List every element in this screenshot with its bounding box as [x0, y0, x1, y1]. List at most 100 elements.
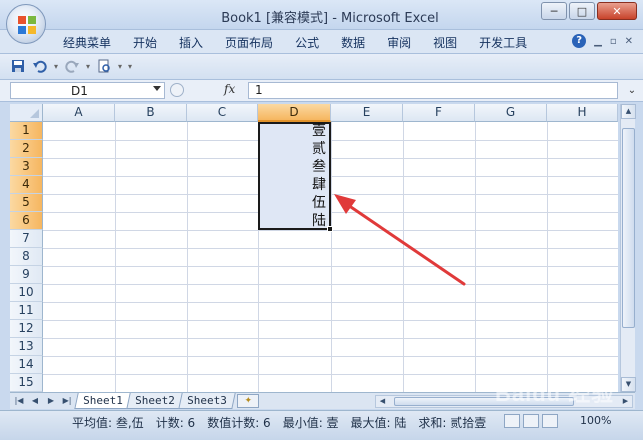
normal-view-icon[interactable] [504, 414, 520, 428]
customize-qat-icon[interactable]: ▾ [128, 62, 132, 71]
undo-icon[interactable] [32, 58, 48, 74]
sheet-tab-sheet3[interactable]: Sheet3 [177, 393, 235, 409]
column-header-h[interactable]: H [547, 104, 618, 122]
row-header-10[interactable]: 10 [10, 284, 43, 302]
row-header-8[interactable]: 8 [10, 248, 43, 266]
page-break-view-icon[interactable] [542, 414, 558, 428]
row-header-3[interactable]: 3 [10, 158, 43, 176]
row-header-7[interactable]: 7 [10, 230, 43, 248]
vertical-scrollbar[interactable]: ▲ ▼ [620, 104, 636, 392]
cell-d2[interactable]: 贰 [260, 140, 328, 158]
row-header-5[interactable]: 5 [10, 194, 43, 212]
scroll-down-icon[interactable]: ▼ [621, 377, 636, 392]
redo-icon[interactable] [64, 58, 80, 74]
office-logo-icon [18, 16, 36, 34]
scroll-up-icon[interactable]: ▲ [621, 104, 636, 119]
name-box[interactable]: D1 [10, 82, 165, 99]
column-header-a[interactable]: A [43, 104, 115, 122]
cell-d6[interactable]: 陆 [260, 212, 328, 230]
row-header-12[interactable]: 12 [10, 320, 43, 338]
last-sheet-icon[interactable]: ▶| [60, 395, 74, 407]
select-all-corner[interactable] [10, 104, 43, 122]
ribbon-close-icon[interactable]: ✕ [625, 36, 633, 47]
row-header-15[interactable]: 15 [10, 374, 43, 392]
row-header-6[interactable]: 6 [10, 212, 43, 230]
row-header-1[interactable]: 1 [10, 122, 43, 140]
row-header-2[interactable]: 2 [10, 140, 43, 158]
status-count: 计数: 6 [155, 416, 196, 430]
sheet-tab-sheet2[interactable]: Sheet2 [126, 393, 184, 409]
tab-view[interactable]: 视图 [422, 33, 468, 53]
redo-dropdown-icon[interactable]: ▾ [86, 62, 90, 71]
print-dropdown-icon[interactable]: ▾ [118, 62, 122, 71]
row-header-11[interactable]: 11 [10, 302, 43, 320]
cell-d1[interactable]: 壹 [260, 122, 328, 140]
formula-input[interactable]: 1 [248, 82, 618, 99]
insert-sheet-icon[interactable]: ✦ [237, 394, 260, 408]
column-header-c[interactable]: C [187, 104, 258, 122]
insert-function-icon[interactable]: fx [224, 82, 235, 96]
scroll-right-icon[interactable]: ▶ [619, 396, 632, 407]
print-preview-icon[interactable] [96, 58, 112, 74]
vertical-scroll-thumb[interactable] [622, 128, 635, 328]
chevron-down-icon[interactable] [153, 86, 161, 91]
window-title: Book1 [兼容模式] - Microsoft Excel [221, 11, 439, 26]
cell-d4[interactable]: 肆 [260, 176, 328, 194]
save-icon[interactable] [10, 58, 26, 74]
first-sheet-icon[interactable]: |◀ [12, 395, 26, 407]
next-sheet-icon[interactable]: ▶ [44, 395, 58, 407]
row-header-13[interactable]: 13 [10, 338, 43, 356]
minimize-button[interactable]: ─ [541, 2, 567, 20]
tab-formulas[interactable]: 公式 [284, 33, 330, 53]
tab-insert[interactable]: 插入 [168, 33, 214, 53]
status-min: 最小值: 壹 [282, 416, 339, 430]
tab-page-layout[interactable]: 页面布局 [214, 33, 284, 53]
status-numeric-count: 数值计数: 6 [207, 416, 271, 430]
status-max: 最大值: 陆 [350, 416, 407, 430]
column-header-e[interactable]: E [331, 104, 403, 122]
tab-review[interactable]: 审阅 [376, 33, 422, 53]
status-sum: 求和: 贰拾壹 [418, 416, 487, 430]
cell-d3[interactable]: 叁 [260, 158, 328, 176]
worksheet-grid[interactable]: A B C D E F G H 1 2 3 4 5 6 7 8 9 10 11 … [10, 104, 618, 392]
cancel-formula-icon[interactable] [170, 83, 184, 97]
status-bar: 平均值: 叁,伍 计数: 6 数值计数: 6 最小值: 壹 最大值: 陆 求和:… [0, 410, 643, 440]
undo-dropdown-icon[interactable]: ▾ [54, 62, 58, 71]
office-button[interactable] [6, 4, 46, 44]
title-bar: Book1 [兼容模式] - Microsoft Excel ─ □ ✕ [0, 0, 643, 30]
tab-data[interactable]: 数据 [330, 33, 376, 53]
watermark: Baidu 经验 [495, 381, 615, 406]
status-average: 平均值: 叁,伍 [72, 416, 144, 430]
formula-bar: D1 fx 1 ⌄ [0, 80, 643, 102]
column-header-g[interactable]: G [475, 104, 547, 122]
row-header-14[interactable]: 14 [10, 356, 43, 374]
scroll-left-icon[interactable]: ◀ [376, 396, 389, 407]
quick-access-toolbar: ▾ ▾ ▾ ▾ [0, 54, 643, 80]
ribbon-restore-icon[interactable]: ▫ [610, 36, 617, 47]
sheet-tab-label: Sheet1 [83, 394, 123, 407]
sheet-tab-label: Sheet3 [186, 394, 227, 407]
expand-formula-bar-icon[interactable]: ⌄ [625, 83, 639, 98]
column-header-d[interactable]: D [258, 104, 331, 122]
tab-classic-menu[interactable]: 经典菜单 [52, 33, 122, 53]
close-button[interactable]: ✕ [597, 2, 637, 20]
sheet-tab-sheet1[interactable]: Sheet1 [74, 393, 132, 409]
name-box-value: D1 [71, 84, 88, 98]
ribbon-tab-bar: 经典菜单 开始 插入 页面布局 公式 数据 审阅 视图 开发工具 ? ▁ ▫ ✕ [0, 30, 643, 54]
tab-home[interactable]: 开始 [122, 33, 168, 53]
column-header-f[interactable]: F [403, 104, 475, 122]
page-layout-view-icon[interactable] [523, 414, 539, 428]
row-header-4[interactable]: 4 [10, 176, 43, 194]
prev-sheet-icon[interactable]: ◀ [28, 395, 42, 407]
cell-d5[interactable]: 伍 [260, 194, 328, 212]
column-header-b[interactable]: B [115, 104, 187, 122]
ribbon-minimize-icon[interactable]: ▁ [594, 36, 602, 47]
help-icon[interactable]: ? [572, 34, 587, 48]
sheet-tab-label: Sheet2 [134, 394, 175, 407]
maximize-button[interactable]: □ [569, 2, 595, 20]
zoom-level[interactable]: 100% [580, 414, 611, 427]
tab-developer[interactable]: 开发工具 [468, 33, 538, 53]
row-header-9[interactable]: 9 [10, 266, 43, 284]
window-controls: ─ □ ✕ [541, 2, 637, 20]
formula-controls: fx [168, 82, 244, 99]
